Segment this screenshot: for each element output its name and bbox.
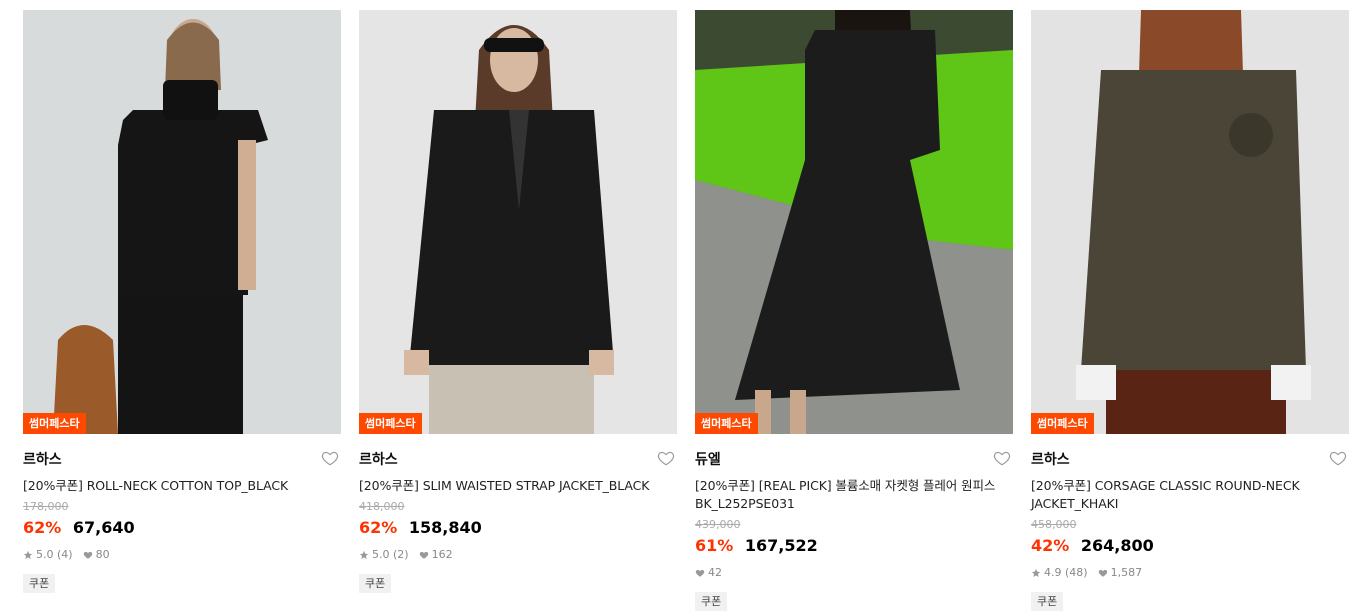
promo-badge: 썸머페스타: [23, 413, 86, 434]
brand-name[interactable]: 듀엘: [695, 449, 721, 469]
promo-badge: 썸머페스타: [1031, 413, 1094, 434]
heart-filled-icon: [695, 569, 705, 577]
brand-name[interactable]: 르하스: [1031, 449, 1070, 469]
coupon-tag: 쿠폰: [1031, 592, 1064, 611]
product-card[interactable]: 썸머페스타 르하스 [20%쿠폰] ROLL-NECK COTTON TOP_B…: [23, 10, 341, 593]
product-card[interactable]: 썸머페스타 르하스 [20%쿠폰] CORSAGE CLASSIC ROUND-…: [1031, 10, 1349, 611]
heart-icon[interactable]: [657, 449, 675, 467]
star-icon: [1031, 568, 1041, 577]
sale-price: 67,640: [72, 518, 135, 537]
heart-filled-icon: [419, 551, 428, 559]
like-count: 80: [95, 548, 110, 561]
product-grid: 썸머페스타 르하스 [20%쿠폰] ROLL-NECK COTTON TOP_B…: [0, 0, 1353, 612]
discount-rate: 61%: [695, 536, 734, 555]
rating: 5.0 (4): [36, 548, 73, 561]
promo-badge: 썸머페스타: [359, 413, 422, 434]
rating: 5.0 (2): [372, 548, 409, 561]
heart-filled-icon: [83, 551, 92, 559]
discount-rate: 62%: [23, 518, 62, 537]
product-image[interactable]: 썸머페스타: [695, 10, 1013, 434]
discount-rate: 62%: [359, 518, 398, 537]
product-meta: 5.0 (4) 80: [23, 548, 341, 562]
product-card[interactable]: 썸머페스타 듀엘 [20%쿠폰] [REAL PICK] 볼륨소매 자켓형 플레…: [695, 10, 1013, 611]
brand-name[interactable]: 르하스: [359, 449, 398, 469]
sale-price: 158,840: [408, 518, 482, 537]
like-count: 162: [431, 548, 453, 561]
product-meta: 42: [695, 566, 1013, 580]
original-price: 458,000: [1031, 518, 1077, 531]
coupon-tag: 쿠폰: [359, 574, 392, 593]
coupon-tag: 쿠폰: [23, 574, 56, 593]
promo-badge: 썸머페스타: [695, 413, 758, 434]
discount-rate: 42%: [1031, 536, 1070, 555]
product-image[interactable]: 썸머페스타: [359, 10, 677, 434]
original-price: 178,000: [23, 500, 69, 513]
sale-price: 264,800: [1080, 536, 1154, 555]
star-icon: [23, 550, 33, 559]
rating: 4.9 (48): [1044, 566, 1088, 579]
product-title[interactable]: [20%쿠폰] [REAL PICK] 볼륨소매 자켓형 플레어 원피스 BK_…: [695, 477, 1013, 513]
heart-icon[interactable]: [321, 449, 339, 467]
original-price: 418,000: [359, 500, 405, 513]
product-meta: 5.0 (2) 162: [359, 548, 677, 562]
like-count: 1,587: [1110, 566, 1143, 579]
heart-icon[interactable]: [993, 449, 1011, 467]
sale-price: 167,522: [744, 536, 818, 555]
product-image[interactable]: 썸머페스타: [1031, 10, 1349, 434]
product-image[interactable]: 썸머페스타: [23, 10, 341, 434]
heart-filled-icon: [1098, 569, 1107, 577]
original-price: 439,000: [695, 518, 741, 531]
product-card[interactable]: 썸머페스타 르하스 [20%쿠폰] SLIM WAISTED STRAP JAC…: [359, 10, 677, 593]
product-title[interactable]: [20%쿠폰] ROLL-NECK COTTON TOP_BLACK: [23, 477, 341, 495]
product-meta: 4.9 (48) 1,587: [1031, 566, 1349, 580]
coupon-tag: 쿠폰: [695, 592, 728, 611]
heart-icon[interactable]: [1329, 449, 1347, 467]
star-icon: [359, 550, 369, 559]
product-title[interactable]: [20%쿠폰] CORSAGE CLASSIC ROUND-NECK JACKE…: [1031, 477, 1349, 513]
product-title[interactable]: [20%쿠폰] SLIM WAISTED STRAP JACKET_BLACK: [359, 477, 677, 495]
like-count: 42: [708, 566, 722, 579]
brand-name[interactable]: 르하스: [23, 449, 62, 469]
